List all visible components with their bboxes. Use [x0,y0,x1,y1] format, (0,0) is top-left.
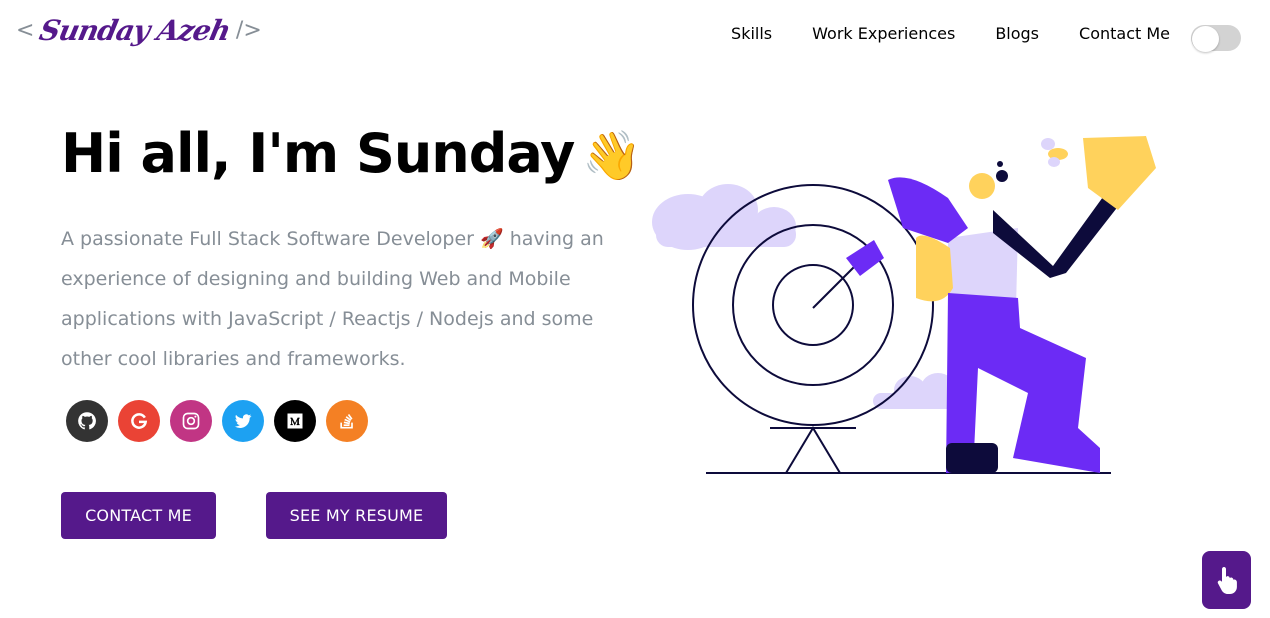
see-resume-button[interactable]: SEE MY RESUME [266,492,447,539]
scroll-top-button[interactable] [1202,551,1251,609]
nav-item-skills[interactable]: Skills [731,24,772,43]
nav-item-blogs[interactable]: Blogs [995,24,1039,43]
cloud-small [873,373,958,409]
twitter-icon[interactable] [222,400,264,442]
stack-overflow-icon[interactable] [326,400,368,442]
hero-greeting: Hi all, I'm Sunday 👋 [61,122,642,185]
instagram-icon[interactable] [170,400,212,442]
nav-item-contact-me[interactable]: Contact Me [1079,24,1170,43]
dart-icon [812,240,884,309]
pointing-hand-icon [1217,567,1237,594]
hero-greeting-text: Hi all, I'm Sunday [61,122,575,185]
medium-icon[interactable] [274,400,316,442]
header: < Sunday Azeh /> Skills Work Experiences… [0,0,1270,70]
google-icon[interactable] [118,400,160,442]
logo-close-bracket: /> [235,18,262,43]
logo[interactable]: < Sunday Azeh /> [16,14,262,47]
logo-signature: Sunday Azeh [36,14,234,47]
person-figure [888,136,1156,473]
logo-open-bracket: < [16,18,35,43]
hero-subtitle: A passionate Full Stack Software Develop… [61,228,604,370]
hero-illustration [652,136,1156,474]
social-links [66,400,368,442]
bee-icon [1041,138,1068,167]
waving-hand-icon: 👋 [582,128,642,184]
theme-toggle[interactable] [1191,25,1241,52]
nav-item-work-experiences[interactable]: Work Experiences [812,24,955,43]
main-nav: Skills Work Experiences Blogs Contact Me [731,24,1170,43]
theme-toggle-knob [1192,26,1219,52]
github-icon[interactable] [66,400,108,442]
contact-me-button[interactable]: CONTACT ME [61,492,216,539]
cloud-left [652,184,796,250]
